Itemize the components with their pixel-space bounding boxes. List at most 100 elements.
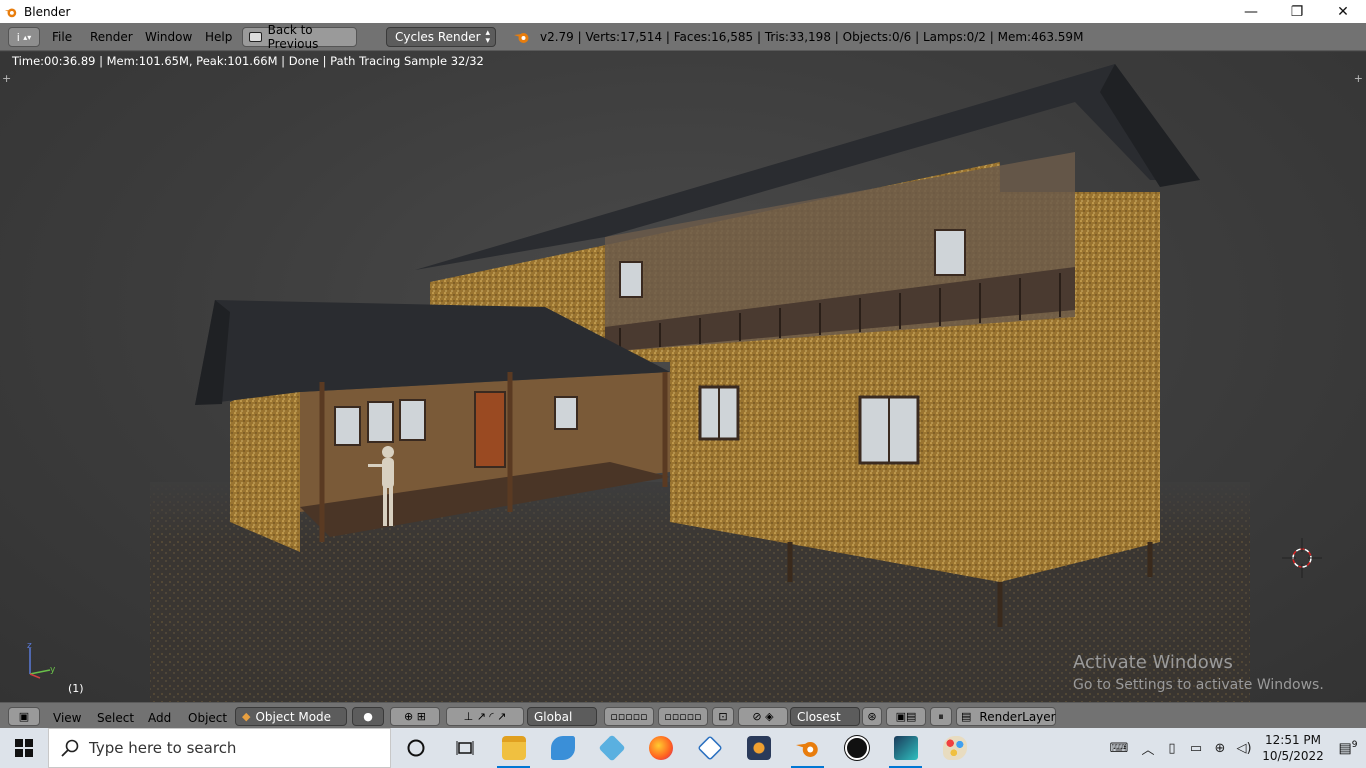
snap-icon: ⊛: [867, 710, 877, 723]
shading-sphere-icon: ●: [363, 710, 373, 723]
taskbar-game-app[interactable]: [881, 728, 930, 768]
restore-button[interactable]: ❐: [1274, 0, 1320, 23]
frame-indicator: (1): [68, 682, 84, 695]
battery-icon[interactable]: ▭: [1184, 741, 1208, 756]
menu-view[interactable]: View: [53, 711, 81, 725]
axis-y-label: y: [50, 665, 56, 675]
menu-window[interactable]: Window: [145, 30, 192, 44]
dropdown-arrows-icon: ▴ ▾: [485, 28, 490, 46]
scene-stats: v2.79 | Verts:17,514 | Faces:16,585 | Tr…: [540, 30, 1084, 44]
screen-icon: [249, 32, 262, 42]
blender-logo-icon: [514, 33, 529, 43]
info-icon: i: [16, 30, 20, 44]
viewport-editor-type-button[interactable]: ▣: [8, 707, 40, 726]
network-app-icon: [696, 735, 723, 761]
taskbar-network-app[interactable]: [685, 728, 734, 768]
axis-gizmo: z y: [27, 641, 56, 679]
taskbar-unreal[interactable]: [832, 728, 881, 768]
search-icon: [61, 739, 79, 757]
viewport-shading-select[interactable]: ●: [352, 707, 384, 726]
snap-magnet-icon: ⊘ ◈: [752, 710, 774, 723]
transform-manipulator-icon: ⊥ ↗ ◜ ↗: [463, 710, 507, 723]
mode-select[interactable]: ◆ Object Mode: [235, 707, 347, 726]
puzzle-app-icon: [597, 734, 626, 762]
menu-file[interactable]: File: [52, 30, 72, 44]
windows-taskbar: Type here to search ⌨ ︿ ▯ ▭ ⊕ ◁) 12:51 P…: [0, 728, 1366, 768]
game-app-icon: [893, 736, 918, 760]
activation-watermark-subtitle: Go to Settings to activate Windows.: [1073, 677, 1324, 693]
minimize-button[interactable]: —: [1228, 0, 1274, 23]
taskbar-blender[interactable]: [783, 728, 832, 768]
transform-orientation-select[interactable]: Global: [527, 707, 597, 726]
layer-grid-icon: ▫▫▫▫▫: [664, 710, 702, 723]
taskbar-dolphin-app[interactable]: [538, 728, 587, 768]
device-icon[interactable]: ▯: [1160, 741, 1184, 756]
window-controls: — ❐ ✕: [1228, 0, 1366, 23]
render-layer-select[interactable]: ▤ RenderLayer: [956, 707, 1056, 726]
render-engine-select[interactable]: Cycles Render ▴ ▾: [386, 27, 496, 47]
snap-target-select[interactable]: Closest: [790, 707, 860, 726]
cortana-button[interactable]: [391, 728, 440, 768]
cortana-icon: [407, 739, 424, 757]
area-split-corner-tr[interactable]: +: [1354, 72, 1363, 85]
lock-icon: ⊡: [718, 710, 728, 723]
opengl-render-buttons[interactable]: ▣▤: [886, 707, 926, 726]
notification-center-button[interactable]: ▤9: [1330, 740, 1366, 757]
axis-z-label: z: [27, 641, 32, 651]
layer-buttons-1[interactable]: ▫▫▫▫▫: [604, 707, 654, 726]
editor-type-button[interactable]: i ▴▾: [8, 27, 40, 47]
proportional-edit-button[interactable]: ⊘ ◈: [738, 707, 788, 726]
menu-render[interactable]: Render: [90, 30, 133, 44]
blender-icon: [795, 742, 818, 757]
area-split-corner-tl[interactable]: +: [2, 72, 11, 85]
start-button[interactable]: [0, 728, 48, 768]
manipulator-toggles[interactable]: ⊥ ↗ ◜ ↗: [446, 707, 524, 726]
menu-object[interactable]: Object: [188, 711, 227, 725]
dolphin-icon: [550, 736, 575, 760]
taskbar-search-input[interactable]: Type here to search: [48, 728, 391, 768]
notification-count-badge: 9: [1351, 739, 1358, 750]
3d-viewport[interactable]: Time:00:36.89 | Mem:101.65M, Peak:101.66…: [0, 52, 1366, 702]
render-status-text: Time:00:36.89 | Mem:101.65M, Peak:101.66…: [12, 54, 484, 68]
window-title: Blender: [24, 4, 71, 19]
menu-select[interactable]: Select: [97, 711, 134, 725]
volume-icon[interactable]: ◁): [1232, 741, 1256, 756]
lock-layers-button[interactable]: ⊡: [712, 707, 734, 726]
system-tray: ⌨ ︿ ▯ ▭ ⊕ ◁) 12:51 PM 10/5/2022 ▤9: [1102, 728, 1366, 768]
layer-buttons-2[interactable]: ▫▫▫▫▫: [658, 707, 708, 726]
camera-icon: ▣▤: [895, 710, 917, 723]
taskbar-file-explorer[interactable]: [489, 728, 538, 768]
window-titlebar: Blender — ❐ ✕: [0, 0, 1366, 23]
object-mode-icon: ◆: [242, 710, 251, 723]
taskbar-paint-app[interactable]: [930, 728, 979, 768]
pivot-icon: ⊕ ⊞: [404, 710, 426, 723]
render-scene: [150, 64, 1250, 702]
pivot-point-select[interactable]: ⊕ ⊞: [390, 707, 440, 726]
3d-view-header: ▣ View Select Add Object ◆ Object Mode ● …: [0, 702, 1366, 728]
network-globe-icon[interactable]: ⊕: [1208, 741, 1232, 756]
taskbar-clock[interactable]: 12:51 PM 10/5/2022: [1256, 732, 1330, 764]
show-hidden-icons-icon[interactable]: ︿: [1136, 739, 1160, 758]
taskbar-firefox[interactable]: [636, 728, 685, 768]
3d-cursor-icon[interactable]: [1282, 538, 1322, 578]
menu-add[interactable]: Add: [148, 711, 171, 725]
blender-app-icon: [4, 8, 17, 17]
pause-icon: ⏸: [938, 709, 944, 723]
notification-icon: ▤: [1338, 740, 1352, 757]
back-to-previous-button[interactable]: Back to Previous: [242, 23, 357, 51]
close-button[interactable]: ✕: [1320, 0, 1366, 23]
task-view-button[interactable]: [440, 728, 489, 768]
snap-options-button[interactable]: ⊛: [862, 707, 882, 726]
taskbar-puzzle-app[interactable]: [587, 728, 636, 768]
taskbar-media-app[interactable]: [734, 728, 783, 768]
task-view-icon: [456, 741, 473, 755]
firefox-icon: [648, 736, 673, 760]
layer-grid-icon: ▫▫▫▫▫: [610, 710, 648, 723]
pause-render-button[interactable]: ⏸: [930, 707, 952, 726]
keyboard-icon[interactable]: ⌨: [1102, 741, 1136, 756]
info-header: i ▴▾ File Render Window Help Back to Pre…: [0, 23, 1366, 51]
windows-logo-icon: [15, 739, 33, 757]
paint-icon: [942, 736, 967, 760]
menu-help[interactable]: Help: [205, 30, 232, 44]
file-explorer-icon: [501, 736, 526, 760]
